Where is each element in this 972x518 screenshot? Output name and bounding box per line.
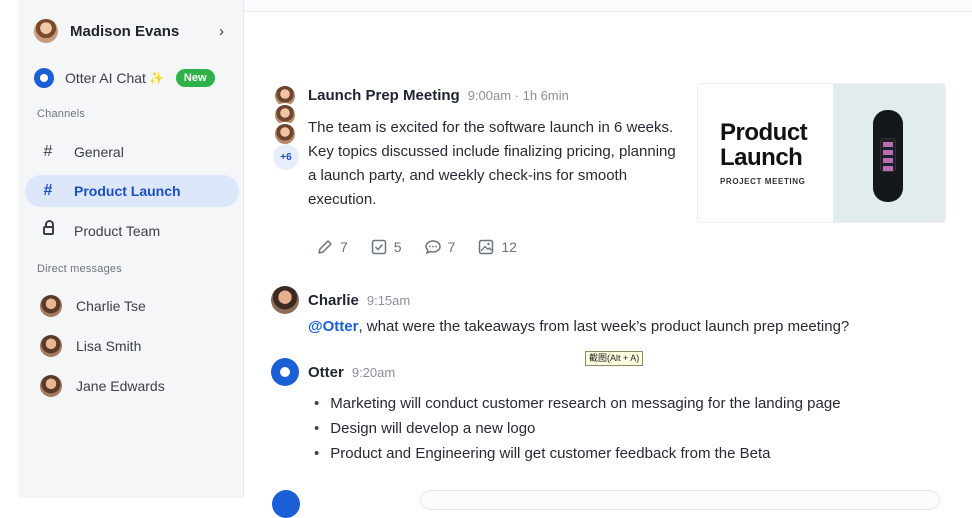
avatar bbox=[34, 19, 58, 43]
sidebar-item-product-team[interactable]: Product Team bbox=[25, 215, 239, 247]
dm-item-label: Lisa Smith bbox=[76, 338, 142, 354]
tasks-stat[interactable]: 5 bbox=[370, 238, 402, 256]
dm-item-charlie-tse[interactable]: Charlie Tse bbox=[25, 290, 239, 322]
dm-item-label: Jane Edwards bbox=[76, 378, 165, 394]
otter-avatar bbox=[271, 358, 299, 386]
composer-avatar bbox=[272, 490, 300, 518]
sidebar-item-label: General bbox=[74, 144, 124, 160]
image-icon bbox=[479, 239, 494, 255]
otter-logo-icon bbox=[34, 68, 54, 88]
sidebar-item-label: Product Launch bbox=[74, 183, 181, 199]
avatar bbox=[40, 295, 62, 317]
meeting-title[interactable]: Launch Prep Meeting bbox=[308, 87, 460, 104]
direct-messages-heading: Direct messages bbox=[37, 263, 122, 275]
sender-name: Otter bbox=[308, 364, 344, 381]
images-count: 12 bbox=[501, 239, 517, 255]
meeting-stats: 7 5 7 12 bbox=[316, 238, 517, 256]
message-time: 9:20am bbox=[351, 365, 396, 380]
user-name: Madison Evans bbox=[70, 22, 180, 40]
mention-link[interactable]: @Otter bbox=[308, 318, 358, 335]
meeting-thumbnail[interactable]: Product Launch PROJECT MEETING bbox=[697, 83, 946, 223]
images-stat[interactable]: 12 bbox=[477, 238, 517, 256]
sidebar-item-product-launch[interactable]: # Product Launch bbox=[25, 175, 239, 207]
sidebar-item-label: Product Team bbox=[74, 223, 161, 239]
list-item: Design will develop a new logo bbox=[314, 416, 841, 441]
comment-icon bbox=[424, 240, 441, 255]
fitness-band-image bbox=[833, 84, 945, 222]
edits-stat[interactable]: 7 bbox=[316, 238, 348, 256]
takeaways-list: Marketing will conduct customer research… bbox=[314, 391, 841, 466]
dm-item-jane-edwards[interactable]: Jane Edwards bbox=[25, 370, 239, 402]
meeting-summary: The team is excited for the software lau… bbox=[308, 119, 676, 208]
screenshot-tooltip: 截图(Alt + A) bbox=[585, 351, 644, 366]
otter-ai-chat-label: Otter AI Chat bbox=[65, 70, 146, 86]
comments-count: 7 bbox=[447, 239, 456, 255]
lock-icon bbox=[40, 220, 56, 240]
sidebar-item-general[interactable]: # General bbox=[25, 136, 239, 168]
chevron-right-icon: › bbox=[219, 22, 224, 40]
user-profile-button[interactable]: Madison Evans › bbox=[34, 18, 224, 44]
message-header: Otter 9:20am bbox=[308, 364, 395, 381]
meeting-header: Launch Prep Meeting 9:00am · 1h 6min bbox=[308, 87, 569, 104]
list-item: Product and Engineering will get custome… bbox=[314, 441, 841, 466]
avatar bbox=[271, 286, 299, 314]
dm-item-lisa-smith[interactable]: Lisa Smith bbox=[25, 330, 239, 362]
avatar bbox=[40, 335, 62, 357]
pencil-icon bbox=[318, 240, 332, 254]
list-item: Marketing will conduct customer research… bbox=[314, 391, 840, 416]
sparkle-icon: ✨ bbox=[148, 71, 164, 85]
edits-count: 7 bbox=[340, 239, 348, 255]
message-text: @Otter, what were the takeaways from las… bbox=[308, 318, 850, 335]
thumbnail-title: Product Launch bbox=[720, 119, 808, 171]
message-time: 9:15am bbox=[366, 293, 411, 308]
participant-avatar bbox=[273, 122, 297, 146]
thumbnail-subtitle: PROJECT MEETING bbox=[720, 177, 806, 186]
hash-icon: # bbox=[43, 143, 53, 160]
comments-stat[interactable]: 7 bbox=[424, 238, 456, 256]
message-header: Charlie 9:15am bbox=[308, 292, 410, 309]
new-badge: New bbox=[175, 69, 215, 87]
message-input[interactable] bbox=[420, 490, 940, 510]
top-bar bbox=[244, 0, 972, 12]
avatar bbox=[40, 375, 62, 397]
dm-item-label: Charlie Tse bbox=[76, 298, 146, 314]
tasks-count: 5 bbox=[393, 239, 402, 255]
meeting-time: 9:00am · 1h 6min bbox=[467, 88, 569, 103]
sender-name: Charlie bbox=[308, 292, 359, 309]
channels-heading: Channels bbox=[37, 108, 86, 120]
more-participants-badge[interactable]: +6 bbox=[273, 144, 299, 170]
otter-ai-chat-item[interactable]: Otter AI Chat ✨ New bbox=[34, 66, 230, 90]
sidebar: Madison Evans › Otter AI Chat ✨ New Chan… bbox=[18, 0, 244, 498]
checkbox-icon bbox=[371, 239, 387, 255]
hash-icon: # bbox=[43, 182, 53, 199]
